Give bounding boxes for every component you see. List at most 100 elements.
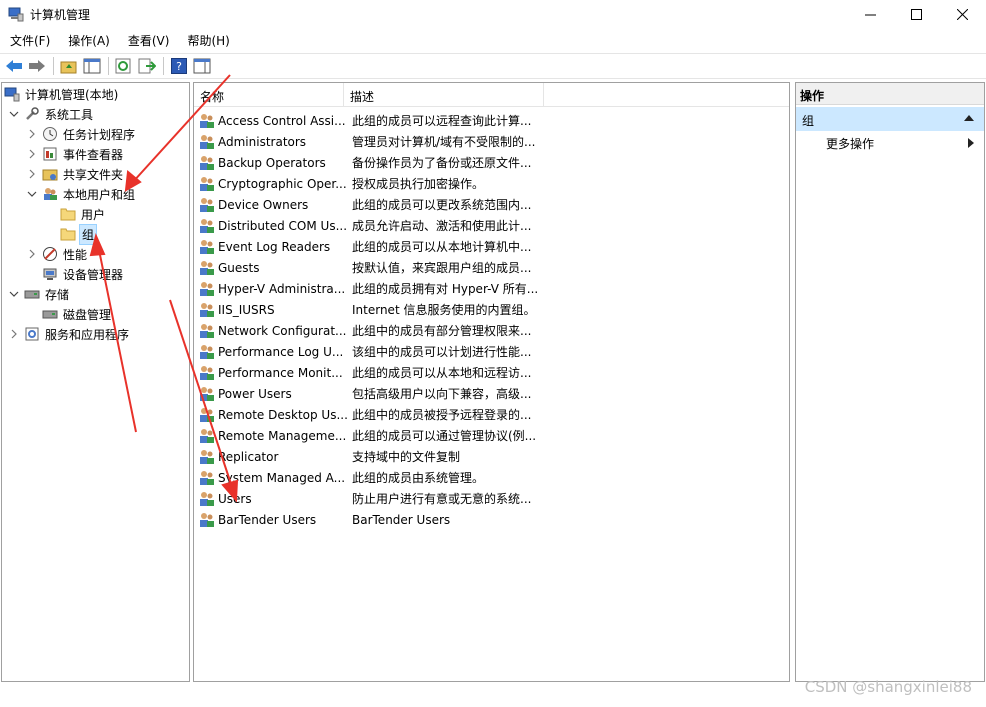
group-description: 该组中的成员可以计划进行性能... xyxy=(352,345,532,359)
refresh-button[interactable] xyxy=(114,56,134,76)
group-name: Cryptographic Oper... xyxy=(218,176,347,191)
table-row[interactable]: BarTender Users BarTender Users xyxy=(198,509,542,530)
table-row[interactable]: Hyper-V Administra... 此组的成员拥有对 Hyper-V 所有… xyxy=(198,278,542,299)
table-row[interactable]: Remote Manageme... 此组的成员可以通过管理协议(例... xyxy=(198,425,542,446)
chevron-right-icon[interactable] xyxy=(26,168,38,180)
group-name: Replicator xyxy=(218,449,279,464)
chevron-right-icon[interactable] xyxy=(26,248,38,260)
back-arrow-icon xyxy=(6,60,22,72)
tree-item-storage[interactable]: 存储 xyxy=(8,284,71,304)
minimize-button[interactable] xyxy=(847,0,893,28)
menu-view[interactable]: 查看(V) xyxy=(118,30,178,50)
forward-button[interactable] xyxy=(27,56,47,76)
group-icon xyxy=(200,344,214,359)
group-icon xyxy=(200,281,214,296)
group-description: 防止用户进行有意或无意的系统... xyxy=(352,492,532,506)
group-icon xyxy=(200,449,214,464)
chevron-down-icon[interactable] xyxy=(8,108,20,120)
actions-section-groups[interactable]: 组 xyxy=(796,107,984,131)
tree-item-system-tools[interactable]: 系统工具 xyxy=(8,104,95,124)
computer-management-icon xyxy=(4,86,20,102)
menu-help[interactable]: 帮助(H) xyxy=(177,30,237,50)
show-action-pane-button[interactable] xyxy=(192,56,212,76)
tree-item-task-scheduler[interactable]: 任务计划程序 xyxy=(26,124,137,144)
tree-item-services-apps[interactable]: 服务和应用程序 xyxy=(8,324,131,344)
table-row[interactable]: Access Control Assi... 此组的成员可以远程查询此计算... xyxy=(198,110,542,131)
group-description: 此组的成员可以从本地计算机中... xyxy=(352,240,532,254)
group-description: Internet 信息服务使用的内置组。 xyxy=(352,303,536,317)
group-name: Guests xyxy=(218,260,260,275)
tree-item-root[interactable]: 计算机管理(本地) xyxy=(4,84,120,104)
group-name: Users xyxy=(218,491,252,506)
table-row[interactable]: Device Owners 此组的成员可以更改系统范围内... xyxy=(198,194,542,215)
tree-item-device-manager[interactable]: 设备管理器 xyxy=(42,264,125,284)
collapse-up-icon[interactable] xyxy=(964,114,974,122)
actions-pane: 操作 组 更多操作 xyxy=(795,82,985,682)
table-row[interactable]: Performance Monit... 此组的成员可以从本地和远程访... xyxy=(198,362,542,383)
group-description: 成员允许启动、激活和使用此计... xyxy=(352,219,532,233)
group-description: 管理员对计算机/域有不受限制的... xyxy=(352,135,536,149)
title-bar: 计算机管理 xyxy=(0,0,986,28)
column-header: 名称 描述 xyxy=(194,83,789,107)
column-description-header[interactable]: 描述 xyxy=(344,83,544,107)
tree-item-groups[interactable]: 组 xyxy=(60,223,98,245)
tree-label: 共享文件夹 xyxy=(63,167,124,182)
chevron-right-icon[interactable] xyxy=(8,328,20,340)
menu-action[interactable]: 操作(A) xyxy=(58,30,118,50)
group-description: 此组中的成员被授予远程登录的... xyxy=(352,408,532,422)
watermark: CSDN @shangxinlei88 xyxy=(804,678,972,696)
group-description: 按默认值，来宾跟用户组的成员... xyxy=(352,261,532,275)
tree-item-shared-folders[interactable]: 共享文件夹 xyxy=(26,164,125,184)
chevron-down-icon[interactable] xyxy=(8,288,20,300)
table-row[interactable]: Administrators 管理员对计算机/域有不受限制的... xyxy=(198,131,542,152)
tree-item-local-users-groups[interactable]: 本地用户和组 xyxy=(26,184,137,204)
tree-label: 组 xyxy=(79,223,98,245)
chevron-right-icon[interactable] xyxy=(26,128,38,140)
more-actions-item[interactable]: 更多操作 xyxy=(826,135,874,152)
submenu-arrow-icon[interactable] xyxy=(968,138,974,148)
table-row[interactable]: Backup Operators 备份操作员为了备份或还原文件... xyxy=(198,152,542,173)
table-row[interactable]: Users 防止用户进行有意或无意的系统... xyxy=(198,488,542,509)
action-pane-icon xyxy=(193,58,211,74)
tree-item-event-viewer[interactable]: 事件查看器 xyxy=(26,144,125,164)
export-list-button[interactable] xyxy=(137,56,157,76)
table-row[interactable]: System Managed A... 此组的成员由系统管理。 xyxy=(198,467,542,488)
group-description: 包括高级用户以向下兼容，高级... xyxy=(352,387,532,401)
group-icon xyxy=(200,113,214,128)
back-button[interactable] xyxy=(4,56,24,76)
close-button[interactable] xyxy=(939,0,985,28)
table-row[interactable]: IIS_IUSRS Internet 信息服务使用的内置组。 xyxy=(198,299,542,320)
table-row[interactable]: Distributed COM Us... 成员允许启动、激活和使用此计... xyxy=(198,215,542,236)
console-tree-pane: 计算机管理(本地) 系统工具 任务计划程序 事件查看器 共享文件夹 本地用户和组… xyxy=(1,82,190,682)
table-row[interactable]: Event Log Readers 此组的成员可以从本地计算机中... xyxy=(198,236,542,257)
group-name: System Managed A... xyxy=(218,470,346,485)
tree-item-users[interactable]: 用户 xyxy=(60,204,107,224)
group-name: Administrators xyxy=(218,134,307,149)
maximize-button[interactable] xyxy=(893,0,939,28)
group-name: IIS_IUSRS xyxy=(218,302,275,317)
chevron-down-icon[interactable] xyxy=(26,188,38,200)
tree-item-performance[interactable]: 性能 xyxy=(26,244,89,264)
table-row[interactable]: Cryptographic Oper... 授权成员执行加密操作。 xyxy=(198,173,542,194)
table-row[interactable]: Replicator 支持域中的文件复制 xyxy=(198,446,542,467)
up-level-button[interactable] xyxy=(59,56,79,76)
group-name: Hyper-V Administra... xyxy=(218,281,346,296)
tree-label: 服务和应用程序 xyxy=(45,327,130,342)
tree-label: 系统工具 xyxy=(45,107,94,122)
menu-file[interactable]: 文件(F) xyxy=(0,30,58,50)
show-hide-tree-button[interactable] xyxy=(82,56,102,76)
maximize-icon xyxy=(910,8,922,20)
minimize-icon xyxy=(864,14,876,15)
table-row[interactable]: Power Users 包括高级用户以向下兼容，高级... xyxy=(198,383,542,404)
table-row[interactable]: Network Configurat... 此组中的成员有部分管理权限来... xyxy=(198,320,542,341)
help-button[interactable]: ? xyxy=(169,56,189,76)
table-row[interactable]: Performance Log U... 该组中的成员可以计划进行性能... xyxy=(198,341,542,362)
table-row[interactable]: Guests 按默认值，来宾跟用户组的成员... xyxy=(198,257,542,278)
chevron-right-icon[interactable] xyxy=(26,148,38,160)
tree-item-disk-management[interactable]: 磁盘管理 xyxy=(42,304,113,324)
group-icon xyxy=(200,218,214,233)
toolbar-separator xyxy=(163,57,164,75)
table-row[interactable]: Remote Desktop Us... 此组中的成员被授予远程登录的... xyxy=(198,404,542,425)
tree-label: 计算机管理(本地) xyxy=(25,87,119,102)
column-name-header[interactable]: 名称 xyxy=(194,83,344,107)
